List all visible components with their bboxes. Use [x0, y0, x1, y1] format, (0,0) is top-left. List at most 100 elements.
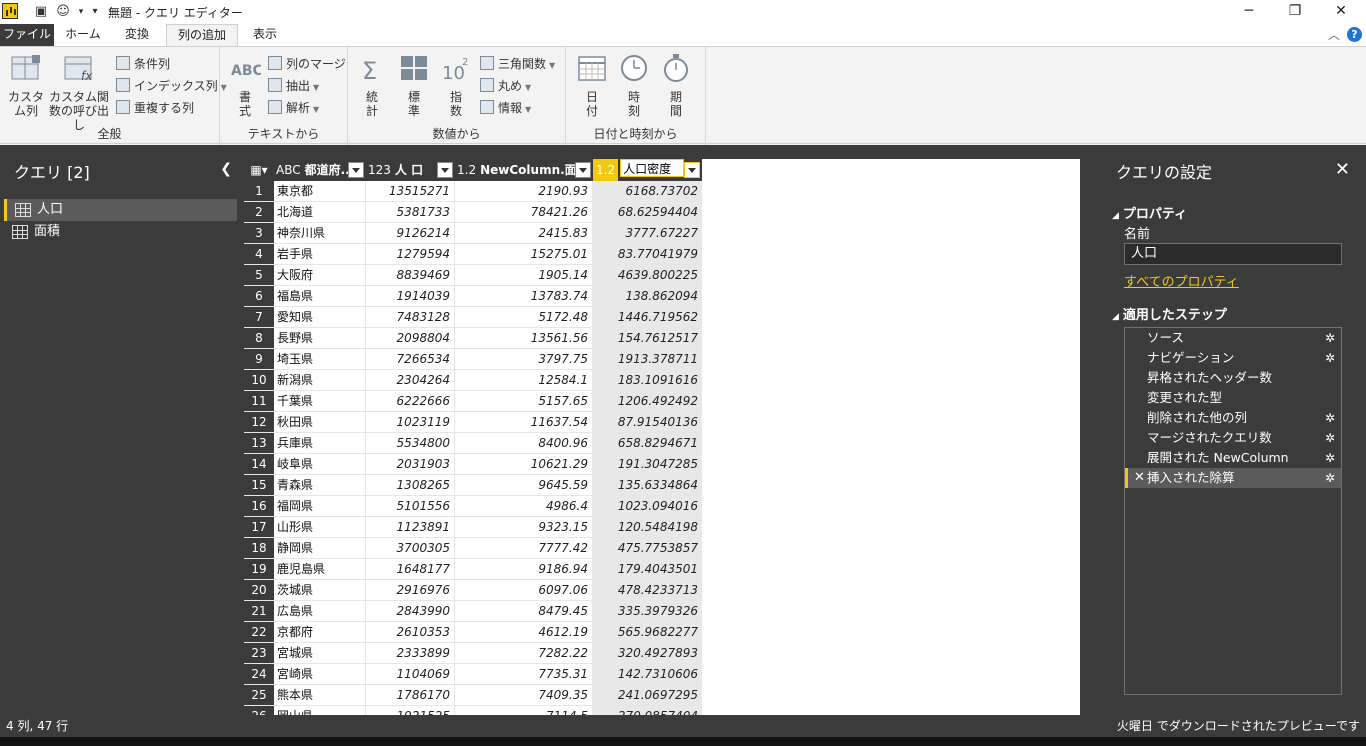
row-number[interactable]: 25 [244, 685, 274, 705]
cell-area[interactable]: 1905.14 [455, 265, 593, 285]
cell-area[interactable]: 4612.19 [455, 622, 593, 642]
cell-density[interactable]: 68.62594404 [593, 202, 702, 222]
row-number[interactable]: 16 [244, 496, 274, 516]
row-number[interactable]: 4 [244, 244, 274, 264]
row-number[interactable]: 6 [244, 286, 274, 306]
information-button[interactable]: 情報 ▼ [480, 99, 531, 117]
cell-prefecture[interactable]: 愛知県 [274, 307, 366, 327]
cell-prefecture[interactable]: 茨城県 [274, 580, 366, 600]
cell-area[interactable]: 13783.74 [455, 286, 593, 306]
tab-add-column[interactable]: 列の追加 [166, 24, 238, 46]
parse-button[interactable]: 解析 ▼ [268, 99, 319, 117]
cell-area[interactable]: 11637.54 [455, 412, 593, 432]
row-number[interactable]: 1 [244, 181, 274, 201]
conditional-column-button[interactable]: 条件列 [116, 55, 170, 73]
cell-area[interactable]: 2415.83 [455, 223, 593, 243]
cell-area[interactable]: 7735.31 [455, 664, 593, 684]
tab-file[interactable]: ファイル [0, 24, 54, 46]
gear-icon[interactable]: ✲ [1325, 428, 1335, 448]
cell-prefecture[interactable]: 東京都 [274, 181, 366, 201]
column-header-newcolumn-area[interactable]: 1.2 NewColumn.面... [455, 159, 593, 181]
cell-population[interactable]: 7483128 [366, 307, 455, 327]
cell-prefecture[interactable]: 長野県 [274, 328, 366, 348]
cell-prefecture[interactable]: 青森県 [274, 475, 366, 495]
applied-step[interactable]: ✕ 挿入された除算 ✲ [1125, 468, 1341, 488]
cell-density[interactable]: 3777.67227 [593, 223, 702, 243]
cell-prefecture[interactable]: 秋田県 [274, 412, 366, 432]
cell-area[interactable]: 9186.94 [455, 559, 593, 579]
gear-icon[interactable]: ✲ [1325, 448, 1335, 468]
standard-button[interactable]: 標準 [396, 53, 432, 118]
cell-prefecture[interactable]: 鹿児島県 [274, 559, 366, 579]
cell-population[interactable]: 9126214 [366, 223, 455, 243]
table-row[interactable]: 13 兵庫県 5534800 8400.96 658.8294671 [244, 433, 702, 454]
query-item-area[interactable]: 面積 [4, 221, 237, 243]
table-row[interactable]: 9 埼玉県 7266534 3797.75 1913.378711 [244, 349, 702, 370]
query-item-population[interactable]: 人口 [4, 199, 237, 221]
cell-prefecture[interactable]: 埼玉県 [274, 349, 366, 369]
cell-population[interactable]: 1921525 [366, 706, 455, 715]
date-button[interactable]: 日付 [574, 53, 610, 118]
cell-density[interactable]: 565.9682277 [593, 622, 702, 642]
cell-prefecture[interactable]: 岡山県 [274, 706, 366, 715]
close-icon[interactable]: ✕ [1335, 159, 1350, 180]
gear-icon[interactable]: ✲ [1325, 328, 1335, 348]
column-filter-dropdown-icon[interactable] [575, 162, 591, 178]
cell-density[interactable]: 138.862094 [593, 286, 702, 306]
trigonometry-button[interactable]: 三角関数 ▼ [480, 55, 555, 73]
table-row[interactable]: 20 茨城県 2916976 6097.06 478.4233713 [244, 580, 702, 601]
cell-area[interactable]: 6097.06 [455, 580, 593, 600]
custom-column-button[interactable]: カスタム列 [6, 53, 46, 118]
scientific-button[interactable]: 10 2 指数 [438, 53, 474, 118]
gear-icon[interactable]: ✲ [1325, 348, 1335, 368]
cell-population[interactable]: 6222666 [366, 391, 455, 411]
cell-density[interactable]: 320.4927893 [593, 643, 702, 663]
cell-population[interactable]: 8839469 [366, 265, 455, 285]
cell-area[interactable]: 3797.75 [455, 349, 593, 369]
table-row[interactable]: 14 岐阜県 2031903 10621.29 191.3047285 [244, 454, 702, 475]
invoke-custom-function-button[interactable]: fx カスタム関数の呼び出し [48, 53, 110, 132]
table-row[interactable]: 7 愛知県 7483128 5172.48 1446.719562 [244, 307, 702, 328]
column-header-prefecture[interactable]: ABC 都道府... [274, 159, 366, 181]
duplicate-column-button[interactable]: 重複する列 [116, 99, 194, 117]
cell-population[interactable]: 1786170 [366, 685, 455, 705]
gear-icon[interactable]: ✲ [1325, 468, 1335, 488]
time-button[interactable]: 時刻 [616, 53, 652, 118]
cell-density[interactable]: 154.7612517 [593, 328, 702, 348]
cell-prefecture[interactable]: 宮崎県 [274, 664, 366, 684]
maximize-button[interactable]: ❐ [1272, 0, 1318, 24]
row-number[interactable]: 8 [244, 328, 274, 348]
cell-area[interactable]: 7409.35 [455, 685, 593, 705]
gear-icon[interactable]: ✲ [1325, 408, 1335, 428]
duration-button[interactable]: 期間 [658, 53, 694, 118]
cell-density[interactable]: 183.1091616 [593, 370, 702, 390]
cell-area[interactable]: 4986.4 [455, 496, 593, 516]
table-row[interactable]: 19 鹿児島県 1648177 9186.94 179.4043501 [244, 559, 702, 580]
cell-area[interactable]: 7777.42 [455, 538, 593, 558]
cell-density[interactable]: 1023.094016 [593, 496, 702, 516]
cell-density[interactable]: 1913.378711 [593, 349, 702, 369]
table-row[interactable]: 10 新潟県 2304264 12584.1 183.1091616 [244, 370, 702, 391]
cell-density[interactable]: 475.7753857 [593, 538, 702, 558]
row-number[interactable]: 2 [244, 202, 274, 222]
table-row[interactable]: 2 北海道 5381733 78421.26 68.62594404 [244, 202, 702, 223]
cell-population[interactable]: 1279594 [366, 244, 455, 264]
row-number[interactable]: 20 [244, 580, 274, 600]
close-button[interactable]: ✕ [1318, 0, 1364, 24]
table-row[interactable]: 3 神奈川県 9126214 2415.83 3777.67227 [244, 223, 702, 244]
row-number[interactable]: 13 [244, 433, 274, 453]
cell-area[interactable]: 78421.26 [455, 202, 593, 222]
table-row[interactable]: 16 福岡県 5101556 4986.4 1023.094016 [244, 496, 702, 517]
cell-density[interactable]: 658.8294671 [593, 433, 702, 453]
collapse-ribbon-icon[interactable]: ︿ [1328, 26, 1340, 43]
cell-prefecture[interactable]: 岩手県 [274, 244, 366, 264]
row-number[interactable]: 10 [244, 370, 274, 390]
row-number[interactable]: 3 [244, 223, 274, 243]
table-row[interactable]: 1 東京都 13515271 2190.93 6168.73702 [244, 181, 702, 202]
row-number[interactable]: 12 [244, 412, 274, 432]
applied-step[interactable]: 昇格されたヘッダー数 [1125, 368, 1341, 388]
cell-prefecture[interactable]: 福島県 [274, 286, 366, 306]
extract-button[interactable]: 抽出 ▼ [268, 77, 319, 95]
cell-prefecture[interactable]: 大阪府 [274, 265, 366, 285]
row-number[interactable]: 14 [244, 454, 274, 474]
